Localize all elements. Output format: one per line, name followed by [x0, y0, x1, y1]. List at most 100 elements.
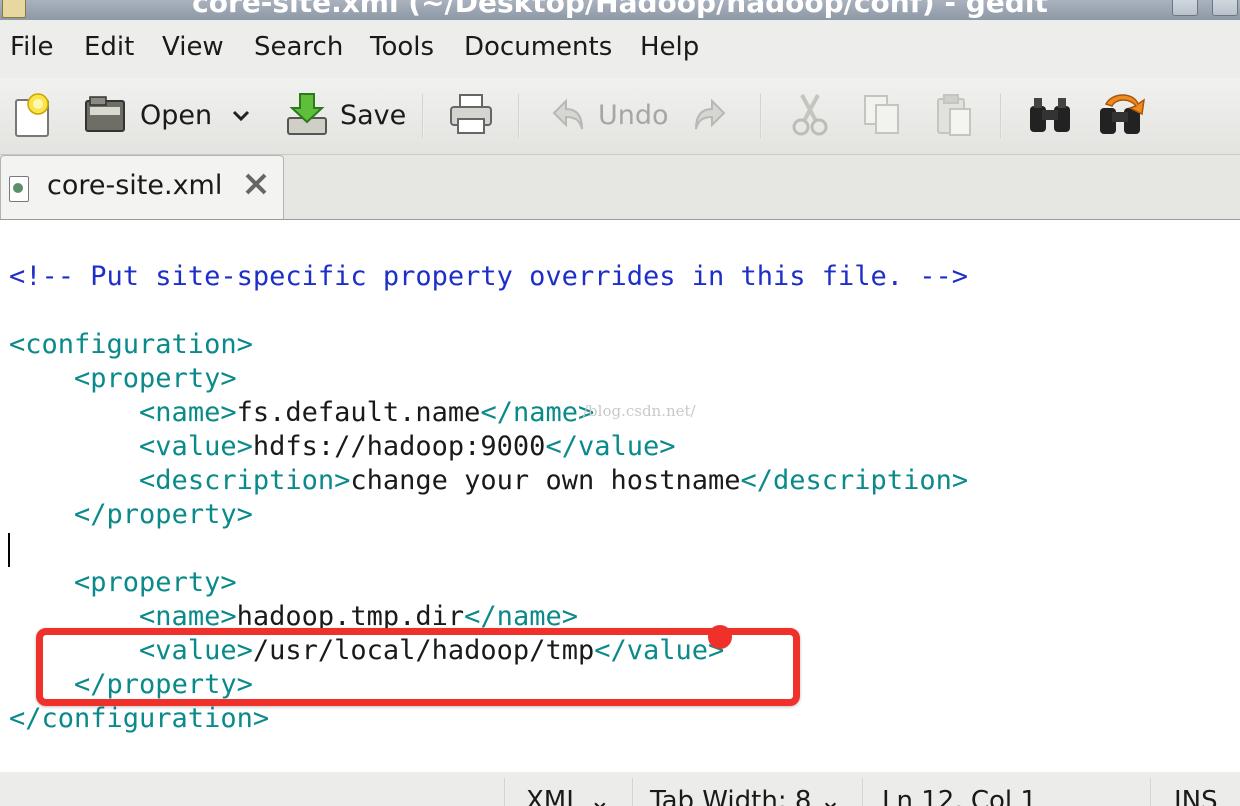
paste-button[interactable] [934, 90, 974, 140]
menu-search[interactable]: Search [254, 32, 343, 62]
menu-file[interactable]: File [10, 32, 54, 62]
toolbar: Open Save Undo [0, 78, 1240, 155]
value-text: hdfs://hadoop:9000 [252, 431, 546, 462]
redo-icon [695, 98, 726, 130]
close-icon [245, 173, 267, 195]
menu-bar: File Edit View Search Tools Documents He… [0, 20, 1240, 78]
name-open-tag: <name> [139, 397, 237, 428]
find-icon [1030, 98, 1070, 132]
menu-view-label: View [162, 32, 224, 62]
insert-mode: INS [1174, 786, 1218, 806]
annotation-dot [708, 625, 732, 649]
title-bar: core-site.xml (~/Desktop/Hadoop/hadoop/c… [0, 0, 1240, 20]
tab-width-label: Tab Width: 8 [650, 786, 812, 806]
print-icon [450, 94, 492, 134]
editor-line-property-open: <property> [9, 362, 237, 396]
toolbar-separator [1000, 94, 1002, 138]
watermark: /blog.csdn.net/ [583, 402, 696, 420]
menu-edit-label: Edit [84, 32, 135, 62]
paste-icon [937, 94, 971, 136]
open-dropdown-button[interactable] [230, 90, 252, 140]
save-icon [287, 93, 327, 135]
find-replace-icon [1100, 94, 1145, 134]
editor-line-value1: <value>hdfs://hadoop:9000</value> [9, 430, 676, 464]
editor-line-config-close: </configuration> [9, 702, 269, 736]
redo-button[interactable] [692, 90, 728, 140]
save-label: Save [340, 99, 407, 131]
menu-documents[interactable]: Documents [464, 32, 612, 62]
value-open-tag: <value> [139, 431, 253, 462]
menu-tools-label: Tools [370, 32, 435, 62]
copy-icon [864, 95, 899, 134]
description-close-tag: </description> [740, 465, 969, 496]
configuration-open-tag: <configuration> [9, 329, 253, 360]
status-separator [1150, 778, 1152, 806]
find-button[interactable] [1026, 90, 1074, 140]
maximize-button[interactable] [1212, 0, 1238, 16]
configuration-close-tag: </configuration> [9, 703, 270, 734]
property-open-tag: <property> [74, 567, 237, 598]
toolbar-separator [760, 94, 762, 138]
cut-icon [792, 94, 828, 136]
status-separator [504, 778, 506, 806]
open-button[interactable]: Open [84, 90, 212, 140]
text-cursor [8, 533, 10, 567]
description-open-tag: <description> [139, 465, 351, 496]
status-separator [862, 778, 864, 806]
tab-strip: core-site.xml [0, 155, 1240, 219]
undo-button[interactable]: Undo [550, 90, 669, 140]
cut-button[interactable] [790, 90, 830, 140]
new-button[interactable] [12, 90, 56, 140]
editor-line-name1: <name>fs.default.name</name> [9, 396, 594, 430]
menu-view[interactable]: View [162, 32, 224, 62]
tab-core-site-xml[interactable]: core-site.xml [0, 155, 284, 219]
tab-width-selector[interactable]: Tab Width: 8 ⌄ [650, 786, 841, 806]
language-label: XML [526, 786, 581, 806]
print-button[interactable] [448, 90, 494, 140]
menu-search-label: Search [254, 32, 344, 62]
open-folder-icon [85, 96, 125, 132]
menu-documents-label: Documents [464, 32, 613, 62]
open-label: Open [140, 99, 213, 131]
status-bar: XML ⌄ Tab Width: 8 ⌄ Ln 12, Col 1 INS [0, 772, 1240, 806]
chevron-down-icon: ⌄ [819, 786, 842, 806]
menu-file-label: File [10, 32, 54, 62]
editor-line-property-close: </property> [9, 498, 253, 532]
value-close-tag: </value> [545, 431, 676, 462]
language-selector[interactable]: XML ⌄ [526, 786, 611, 806]
menu-help[interactable]: Help [640, 32, 699, 62]
save-button[interactable]: Save [286, 90, 406, 140]
minimize-button[interactable] [1172, 0, 1198, 16]
copy-button[interactable] [862, 90, 902, 140]
tab-label: core-site.xml [47, 170, 223, 201]
highlight-annotation-box [36, 628, 800, 706]
editor-line-property2-open: <property> [9, 566, 237, 600]
tab-close-button[interactable] [241, 170, 271, 200]
property-close-tag: </property> [74, 499, 253, 530]
editor-line-config-open: <configuration> [9, 328, 253, 362]
chevron-down-icon [232, 110, 250, 122]
new-document-icon [15, 93, 49, 137]
editor-line-comment: <!-- Put site-specific property override… [9, 260, 968, 294]
find-replace-button[interactable] [1098, 90, 1148, 140]
undo-label: Undo [598, 99, 669, 131]
text-editor[interactable]: . . <!-- Put site-specific property over… [0, 219, 1240, 773]
status-separator [632, 778, 634, 806]
name-value: fs.default.name [236, 397, 481, 428]
cursor-position: Ln 12, Col 1 [882, 786, 1037, 806]
property-open-tag: <property> [74, 363, 237, 394]
editor-line-description: <description>change your own hostname</d… [9, 464, 968, 498]
cut-off-line: . . [9, 220, 220, 228]
description-text: change your own hostname [350, 465, 741, 496]
menu-tools[interactable]: Tools [370, 32, 434, 62]
document-icon [9, 176, 29, 202]
name-close-tag: </name> [480, 397, 595, 428]
window-title: core-site.xml (~/Desktop/Hadoop/hadoop/c… [192, 0, 1048, 19]
toolbar-separator [518, 94, 520, 138]
chevron-down-icon: ⌄ [589, 786, 611, 806]
xml-comment: <!-- Put site-specific property override… [9, 261, 969, 292]
menu-help-label: Help [640, 32, 700, 62]
toolbar-separator [422, 94, 424, 138]
undo-icon [552, 98, 583, 130]
menu-edit[interactable]: Edit [84, 32, 134, 62]
